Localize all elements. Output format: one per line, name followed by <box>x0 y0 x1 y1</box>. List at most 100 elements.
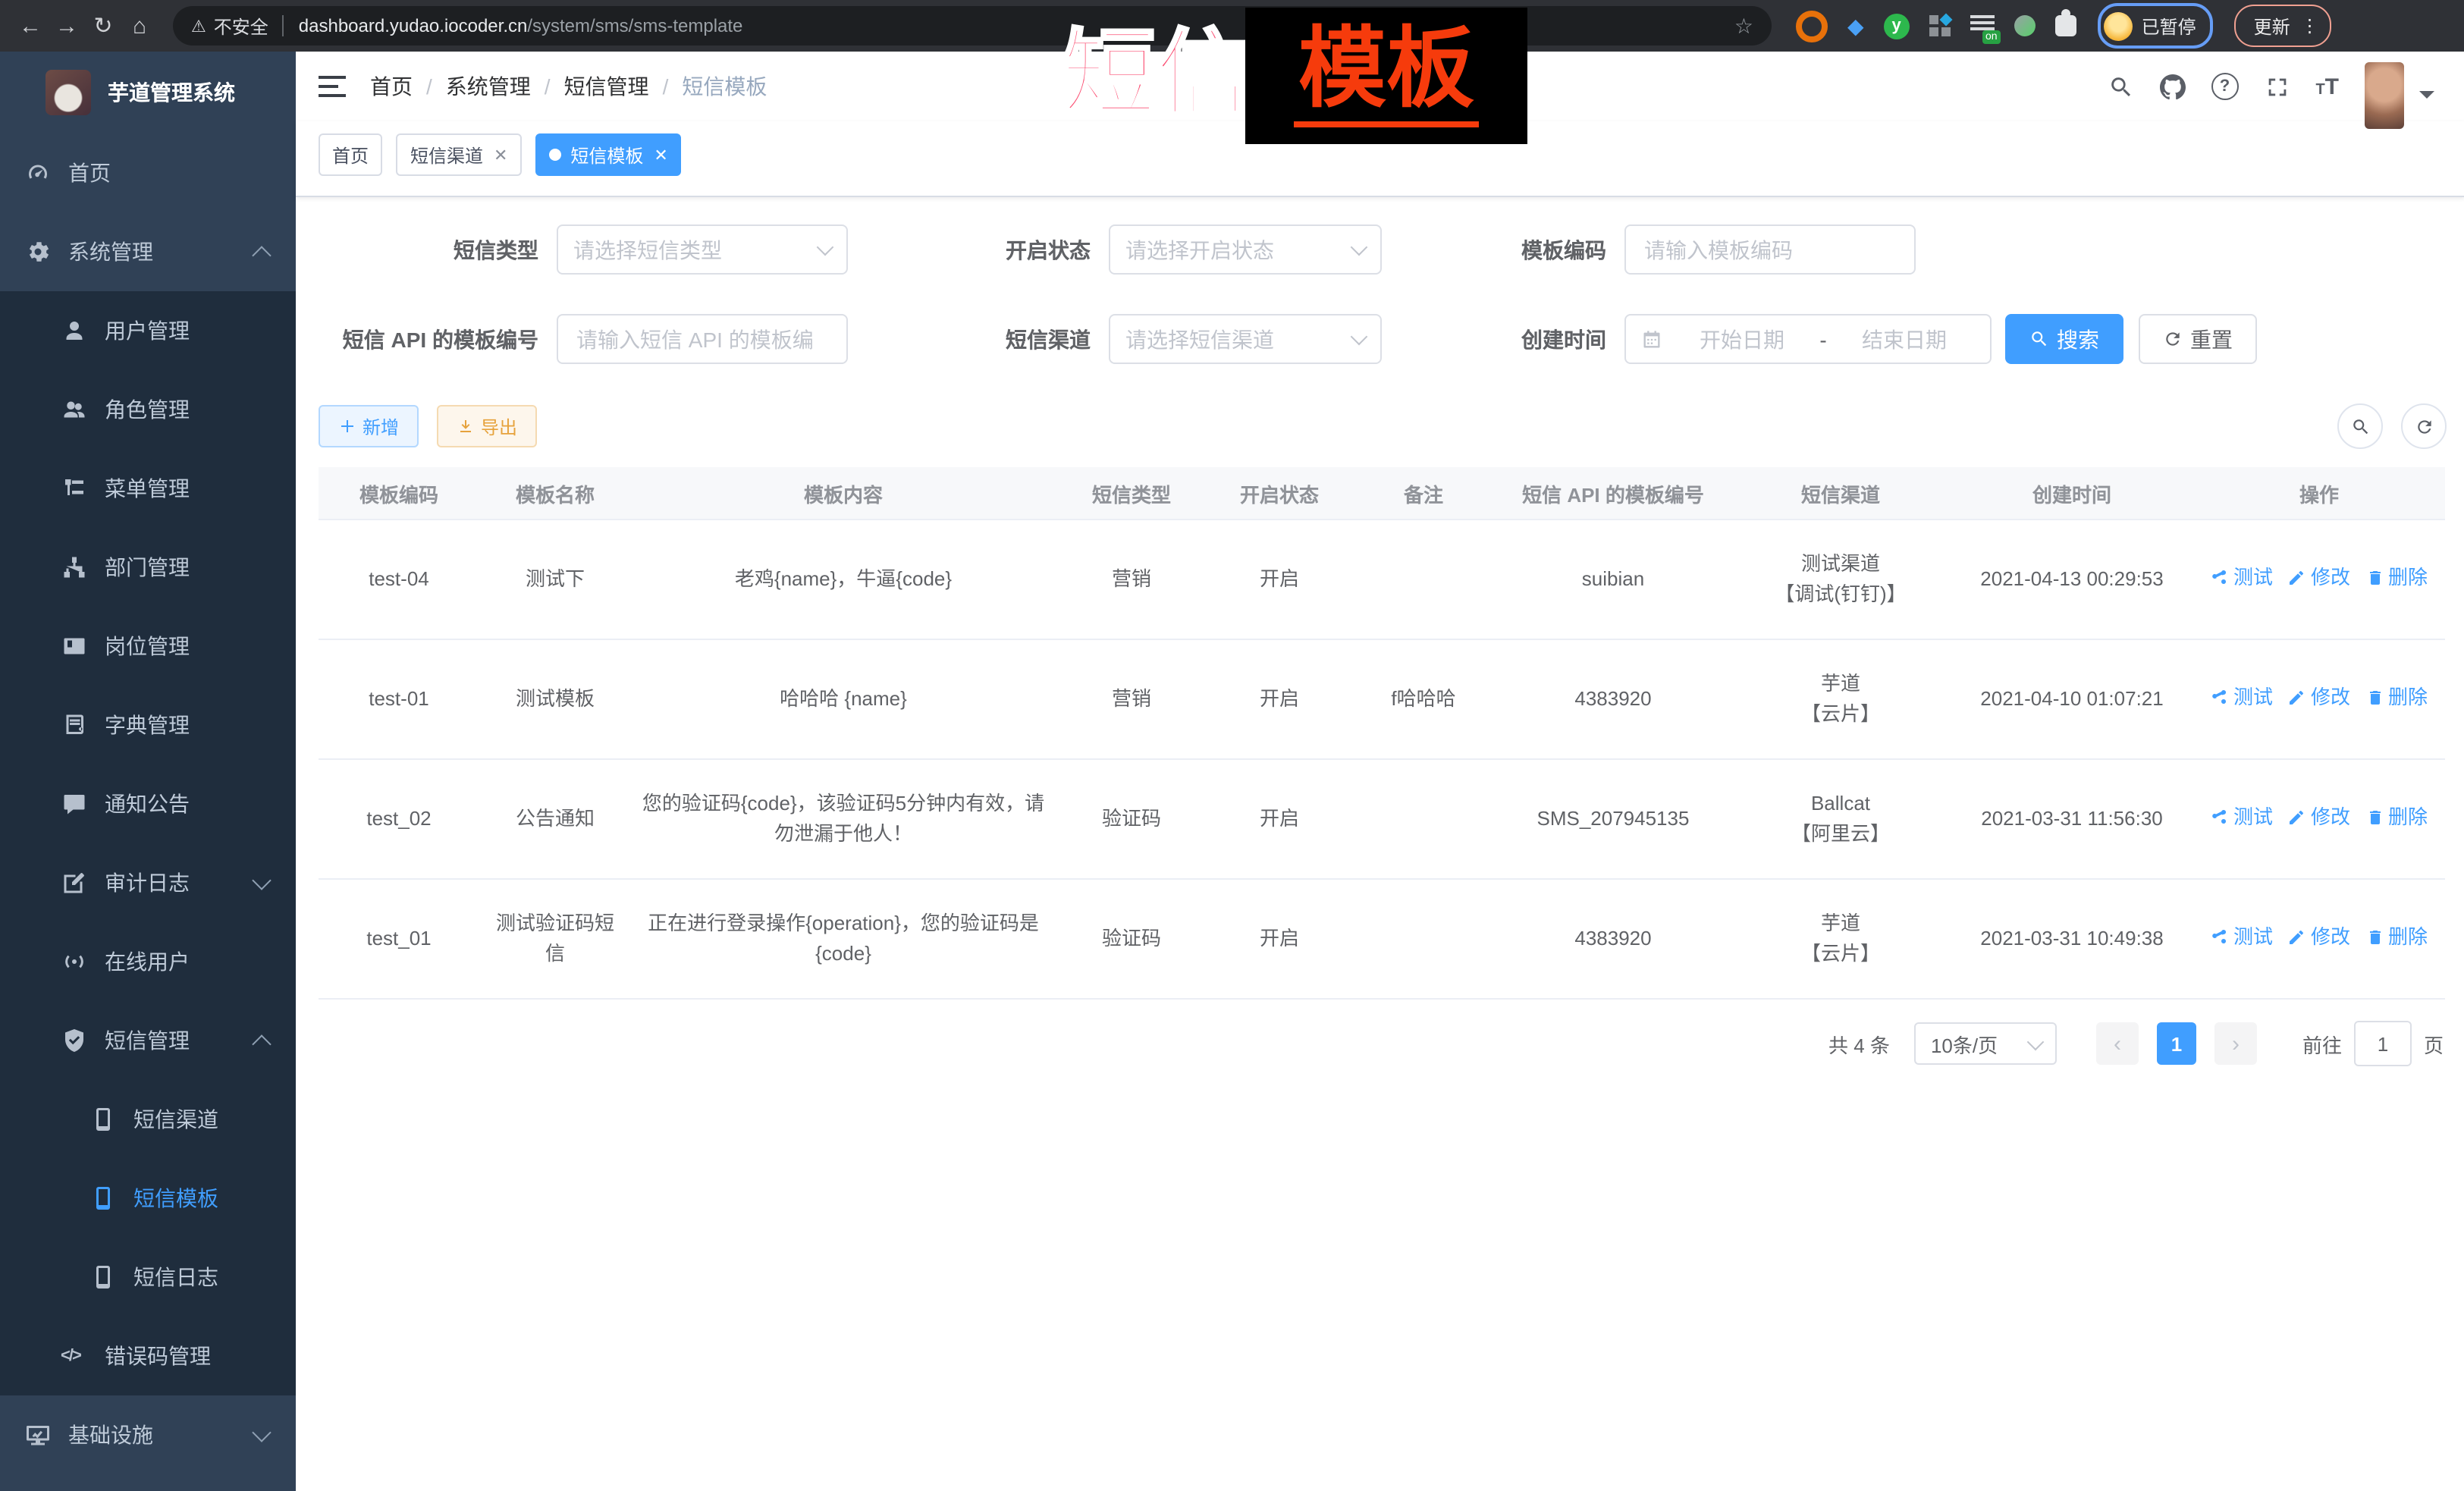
back-icon[interactable]: ← <box>12 8 49 44</box>
caret-down-icon[interactable] <box>2419 91 2434 106</box>
extension-icons: ◆ y on <box>1796 10 2076 42</box>
delete-link[interactable]: 删除 <box>2365 802 2428 833</box>
tab-sms-channel[interactable]: 短信渠道 ✕ <box>397 133 521 176</box>
close-icon[interactable]: ✕ <box>494 145 507 165</box>
tab-sms-template[interactable]: 短信模板 ✕ <box>535 133 681 176</box>
tree-list-icon <box>61 475 88 502</box>
test-link[interactable]: 测试 <box>2211 563 2273 593</box>
logo-row[interactable]: 芋道管理系统 <box>0 52 296 133</box>
bookmark-star-icon[interactable]: ☆ <box>1734 13 1753 39</box>
sms-type-label: 短信类型 <box>319 234 557 265</box>
sms-type-select[interactable]: 请选择短信类型 <box>557 224 848 275</box>
breadcrumb-home[interactable]: 首页 <box>370 71 413 102</box>
extensions-puzzle-icon[interactable] <box>2055 15 2076 36</box>
close-icon[interactable]: ✕ <box>654 145 667 165</box>
forward-icon[interactable]: → <box>49 8 85 44</box>
sidebar-item-sms-channel[interactable]: 短信渠道 <box>0 1080 296 1159</box>
test-link[interactable]: 测试 <box>2211 683 2273 713</box>
channel-select[interactable]: 请选择短信渠道 <box>1109 314 1382 364</box>
user-avatar[interactable] <box>2365 62 2404 129</box>
reload-icon[interactable]: ↻ <box>85 8 121 44</box>
delete-link[interactable]: 删除 <box>2365 922 2428 953</box>
warning-icon: ⚠ <box>191 16 206 36</box>
extension-list-icon[interactable]: on <box>1970 15 1995 36</box>
test-link[interactable]: 测试 <box>2211 802 2273 833</box>
sidebar-item-error-code[interactable]: </> 错误码管理 <box>0 1317 296 1395</box>
refresh-button[interactable] <box>2401 403 2447 449</box>
edit-link[interactable]: 修改 <box>2288 563 2350 593</box>
date-start[interactable]: 开始日期 <box>1671 324 1813 354</box>
sidebar-item-home[interactable]: 首页 <box>0 133 296 212</box>
template-code-input[interactable] <box>1641 236 1899 263</box>
sidebar-item-infrastructure[interactable]: 基础设施 <box>0 1395 296 1474</box>
delete-link[interactable]: 删除 <box>2365 683 2428 713</box>
page-size-select[interactable]: 10条/页 <box>1914 1022 2057 1065</box>
browser-menu-icon[interactable]: ⋮ <box>2301 15 2319 36</box>
sidebar-item-menus[interactable]: 菜单管理 <box>0 449 296 528</box>
profile-chip[interactable]: 已暂停 <box>2098 3 2213 49</box>
tab-home[interactable]: 首页 <box>319 133 382 176</box>
home-icon[interactable]: ⌂ <box>121 8 158 44</box>
edit-link[interactable]: 修改 <box>2288 683 2350 713</box>
template-code-field[interactable] <box>1624 224 1916 275</box>
profile-avatar <box>2104 11 2133 40</box>
sidebar-item-online-users[interactable]: 在线用户 <box>0 922 296 1001</box>
search-icon[interactable] <box>2108 74 2133 99</box>
goto-page: 前往 页 <box>2302 1021 2444 1066</box>
goto-page-input[interactable] <box>2354 1021 2412 1066</box>
next-page-button[interactable]: › <box>2214 1022 2257 1065</box>
sidebar-item-dict[interactable]: 字典管理 <box>0 686 296 764</box>
add-button[interactable]: 新增 <box>319 405 419 447</box>
breadcrumb: 首页 / 系统管理 / 短信管理 / 短信模板 <box>370 71 767 102</box>
logo-image <box>46 70 91 115</box>
sidebar-item-sms-template[interactable]: 短信模板 <box>0 1159 296 1238</box>
reset-button[interactable]: 重置 <box>2139 314 2257 364</box>
chevron-down-icon <box>1351 239 1368 256</box>
page-1-button[interactable]: 1 <box>2157 1022 2196 1065</box>
extension-pin-icon[interactable]: ◆ <box>1847 15 1864 36</box>
search-button[interactable]: 搜索 <box>2005 314 2123 364</box>
sidebar-item-notice[interactable]: 通知公告 <box>0 764 296 843</box>
security-label: 不安全 <box>214 13 268 39</box>
date-end[interactable]: 结束日期 <box>1834 324 1975 354</box>
sidebar-item-posts[interactable]: 岗位管理 <box>0 607 296 686</box>
show-search-button[interactable] <box>2337 403 2383 449</box>
extension-grid-icon[interactable] <box>1929 15 1951 36</box>
api-template-id-field[interactable] <box>557 314 848 364</box>
fullscreen-icon[interactable] <box>2264 74 2290 99</box>
test-link[interactable]: 测试 <box>2211 922 2273 953</box>
address-bar[interactable]: ⚠ 不安全 dashboard.yudao.iocoder.cn /system… <box>173 6 1772 46</box>
sidebar-item-system[interactable]: 系统管理 <box>0 212 296 291</box>
annotation-black-box: 模板 <box>1245 8 1527 144</box>
github-icon[interactable] <box>2159 74 2185 99</box>
extension-orange-icon[interactable] <box>1796 10 1828 42</box>
edit-link[interactable]: 修改 <box>2288 802 2350 833</box>
breadcrumb-sms[interactable]: 短信管理 <box>564 71 649 102</box>
chevron-up-icon <box>252 245 271 264</box>
edit-log-icon <box>61 869 88 896</box>
date-range-picker[interactable]: 开始日期 - 结束日期 <box>1624 314 1992 364</box>
sidebar-item-depts[interactable]: 部门管理 <box>0 528 296 607</box>
export-button[interactable]: 导出 <box>437 405 537 447</box>
api-template-id-input[interactable] <box>573 325 831 353</box>
update-button[interactable]: 更新 ⋮ <box>2234 5 2331 47</box>
status-select[interactable]: 请选择开启状态 <box>1109 224 1382 275</box>
collapse-menu-icon[interactable] <box>319 76 346 97</box>
font-size-icon[interactable]: TT <box>2315 74 2339 99</box>
breadcrumb-system[interactable]: 系统管理 <box>446 71 531 102</box>
table-row: test_02 公告通知 您的验证码{code}，该验证码5分钟内有效，请勿泄漏… <box>319 759 2445 879</box>
delete-link[interactable]: 删除 <box>2365 563 2428 593</box>
edit-link[interactable]: 修改 <box>2288 922 2350 953</box>
sidebar-item-sms[interactable]: 短信管理 <box>0 1001 296 1080</box>
sidebar-item-roles[interactable]: 角色管理 <box>0 370 296 449</box>
extension-grab-icon[interactable] <box>2014 15 2036 36</box>
extension-y-icon[interactable]: y <box>1884 13 1910 39</box>
chevron-down-icon <box>1351 328 1368 346</box>
prev-page-button[interactable]: ‹ <box>2096 1022 2139 1065</box>
table-row: test-01 测试模板 哈哈哈 {name} 营销 开启 f哈哈哈 43839… <box>319 639 2445 759</box>
sidebar-item-users[interactable]: 用户管理 <box>0 291 296 370</box>
sidebar-item-audit-log[interactable]: 审计日志 <box>0 843 296 922</box>
sidebar-item-sms-log[interactable]: 短信日志 <box>0 1238 296 1317</box>
dashboard-icon <box>24 159 52 187</box>
help-icon[interactable]: ? <box>2211 73 2238 100</box>
